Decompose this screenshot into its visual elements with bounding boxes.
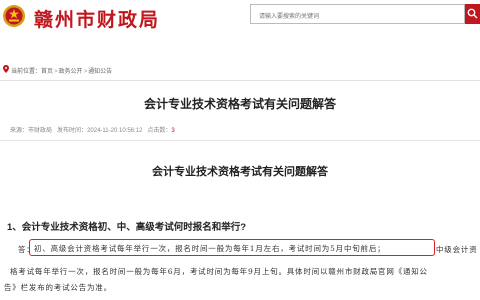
question-heading: 1、会计专业技术资格初、中、高级考试何时报名和举行? bbox=[7, 222, 247, 233]
hits-label: 点击数： bbox=[147, 128, 172, 134]
breadcrumb-label: 当前位置： bbox=[11, 69, 42, 75]
breadcrumb-gov-affairs[interactable]: 政务公开 bbox=[59, 69, 83, 75]
answer-line-2: 格考试每年举行一次，报名时间一般为每年6月，考试时间为每年9月上旬。具体时间以赣… bbox=[10, 267, 428, 276]
breadcrumb-separator: > bbox=[54, 69, 58, 75]
breadcrumb-home[interactable]: 首页 bbox=[41, 69, 53, 75]
publish-date: 2024-11-20 10:56:12 bbox=[87, 128, 143, 134]
answer-tail: 中级会计资 bbox=[436, 245, 478, 254]
answer-line-3: 告》栏发布的考试公告为准。 bbox=[4, 283, 112, 292]
breadcrumb-separator: > bbox=[83, 69, 88, 75]
article-meta: 来源：市财政局 发布时间：2024-11-20 10:56:12 点击数：3 bbox=[10, 125, 175, 134]
article-title: 会计专业技术资格考试有关问题解答 bbox=[143, 97, 336, 111]
search-box[interactable] bbox=[250, 4, 465, 26]
breadcrumb-notices[interactable]: 通知公告 bbox=[88, 69, 112, 75]
site-title[interactable]: 赣州市财政局 bbox=[34, 5, 160, 32]
divider bbox=[0, 140, 480, 141]
divider bbox=[0, 80, 480, 81]
site-header: 赣州市财政局 bbox=[0, 0, 480, 46]
search-input[interactable] bbox=[251, 8, 451, 26]
highlighted-text: 初、高级会计资格考试每年举行一次，报名时间一般为每年1月左右，考试时间为5月中旬… bbox=[29, 239, 435, 256]
date-label: 发布时间： bbox=[57, 128, 88, 134]
national-emblem-icon[interactable] bbox=[2, 4, 26, 28]
breadcrumb: 当前位置：首页>政务公开>通知公告 bbox=[0, 64, 480, 76]
hit-count: 3 bbox=[171, 128, 175, 134]
search-icon bbox=[467, 8, 478, 19]
source-label: 来源： bbox=[10, 128, 29, 134]
source-value: 市财政局 bbox=[28, 128, 53, 134]
location-pin-icon bbox=[3, 65, 9, 73]
article-subtitle: 会计专业技术资格考试有关问题解答 bbox=[152, 166, 328, 178]
search-button[interactable] bbox=[465, 4, 480, 24]
